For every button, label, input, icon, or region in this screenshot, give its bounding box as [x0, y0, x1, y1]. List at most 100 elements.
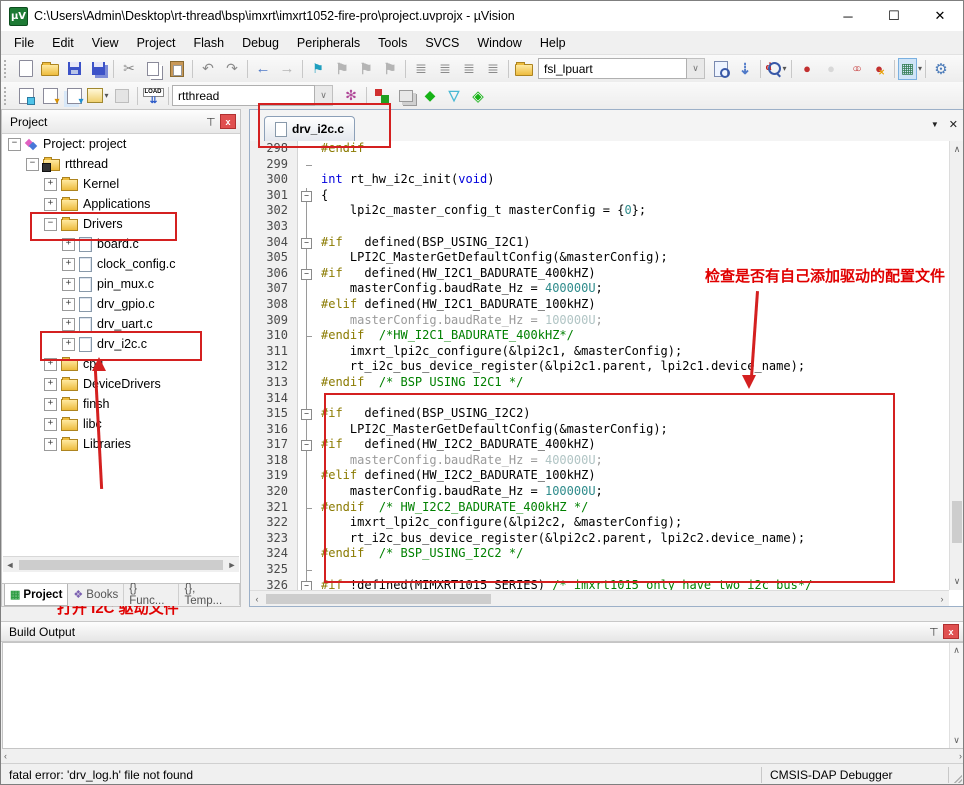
code-line-314[interactable]: 314: [250, 391, 949, 407]
collapse-icon[interactable]: −: [8, 138, 21, 151]
build-output-close-icon[interactable]: x: [943, 624, 959, 639]
tree-item-libc[interactable]: +libc: [2, 414, 240, 434]
expand-icon[interactable]: +: [44, 438, 57, 451]
pack-installer-button[interactable]: ◈: [466, 85, 490, 107]
build-output-vscrollbar[interactable]: ∧ ∨: [949, 643, 963, 748]
select-packs-button[interactable]: ▽: [442, 85, 466, 107]
collapse-icon[interactable]: −: [26, 158, 39, 171]
build-output-content[interactable]: ∧ ∨: [2, 642, 964, 749]
expand-icon[interactable]: +: [44, 418, 57, 431]
expand-icon[interactable]: +: [62, 298, 75, 311]
tree-item-drv-uart-c[interactable]: +drv_uart.c: [2, 314, 240, 334]
collapse-icon[interactable]: −: [44, 218, 57, 231]
save-all-button[interactable]: [86, 58, 110, 80]
tree-item-cpu[interactable]: +cpu: [2, 354, 240, 374]
configuration-button[interactable]: ⚙: [929, 58, 953, 80]
translate-button[interactable]: [14, 85, 38, 107]
code-line-311[interactable]: 311 imxrt_lpi2c_configure(&lpi2c1, &mast…: [250, 344, 949, 360]
menu-item-help[interactable]: Help: [531, 34, 575, 52]
tree-item-project-project[interactable]: −Project: project: [2, 134, 240, 154]
code-line-301[interactable]: 301−{: [250, 188, 949, 204]
panel-tab-project[interactable]: ▦Project: [4, 584, 68, 606]
project-panel-hscrollbar[interactable]: ◄ ►: [3, 556, 239, 572]
expand-icon[interactable]: +: [44, 398, 57, 411]
download-button[interactable]: LOAD⇊: [141, 85, 165, 107]
menu-item-svcs[interactable]: SVCS: [416, 34, 468, 52]
tree-item-finsh[interactable]: +finsh: [2, 394, 240, 414]
disable-breakpoint-button[interactable]: ●: [819, 58, 843, 80]
code-line-321[interactable]: 321#endif /* HW_I2C2_BADURATE_400kHZ */: [250, 500, 949, 516]
scroll-right-icon[interactable]: ►: [225, 560, 239, 570]
menu-item-file[interactable]: File: [5, 34, 43, 52]
scroll-up-icon[interactable]: ∧: [950, 645, 963, 656]
scroll-left-icon[interactable]: ‹: [4, 751, 7, 761]
copy-button[interactable]: [141, 58, 165, 80]
expand-icon[interactable]: +: [62, 318, 75, 331]
code-line-312[interactable]: 312 rt_i2c_bus_device_register(&lpi2c1.p…: [250, 359, 949, 375]
code-line-310[interactable]: 310#endif /*HW_I2C1_BADURATE_400kHZ*/: [250, 328, 949, 344]
find-in-files-dialog-button[interactable]: d▾: [764, 58, 788, 80]
target-options-button[interactable]: ✻: [339, 85, 363, 107]
build-button[interactable]: [38, 85, 62, 107]
navigate-forward-button[interactable]: →: [275, 58, 299, 80]
fold-collapse-icon[interactable]: −: [301, 581, 312, 590]
redo-button[interactable]: ↷: [220, 58, 244, 80]
navigate-back-button[interactable]: ←: [251, 58, 275, 80]
rebuild-button[interactable]: [62, 85, 86, 107]
manage-runtime-env-button[interactable]: [370, 85, 394, 107]
manage-project-items-button[interactable]: ◆: [418, 85, 442, 107]
panel-tab-books[interactable]: ❖Books: [68, 584, 124, 605]
hscroll-thumb[interactable]: [19, 560, 223, 570]
menu-item-view[interactable]: View: [83, 34, 128, 52]
window-list-dropdown-icon[interactable]: ▼: [931, 120, 939, 129]
scroll-down-icon[interactable]: ∨: [950, 735, 963, 746]
editor-hscrollbar[interactable]: ‹ ›: [250, 590, 949, 606]
expand-icon[interactable]: +: [62, 238, 75, 251]
fold-collapse-icon[interactable]: −: [301, 191, 312, 202]
resize-grip[interactable]: [949, 764, 964, 785]
code-line-300[interactable]: 300int rt_hw_i2c_init(void): [250, 172, 949, 188]
project-panel-close-icon[interactable]: x: [220, 114, 236, 129]
scroll-right-icon[interactable]: ›: [935, 594, 949, 604]
indent-button[interactable]: ≣: [433, 58, 457, 80]
tree-item-drv-gpio-c[interactable]: +drv_gpio.c: [2, 294, 240, 314]
find-text-combo[interactable]: fsl_lpuart: [538, 58, 687, 79]
tree-item-board-c[interactable]: +board.c: [2, 234, 240, 254]
new-file-button[interactable]: [14, 58, 38, 80]
tree-item-rtthread[interactable]: −rtthread: [2, 154, 240, 174]
fold-collapse-icon[interactable]: −: [301, 238, 312, 249]
fold-collapse-icon[interactable]: −: [301, 440, 312, 451]
code-line-304[interactable]: 304−#if defined(BSP_USING_I2C1): [250, 235, 949, 251]
scroll-up-icon[interactable]: ∧: [950, 144, 964, 155]
code-line-302[interactable]: 302 lpi2c_master_config_t masterConfig =…: [250, 203, 949, 219]
disable-all-breakpoints-button[interactable]: ○○: [843, 58, 867, 80]
tree-item-drivers[interactable]: −Drivers: [2, 214, 240, 234]
code-line-325[interactable]: 325: [250, 562, 949, 578]
code-line-326[interactable]: 326−#if !defined(MIMXRT1015_SERIES) /* i…: [250, 578, 949, 590]
expand-icon[interactable]: +: [44, 178, 57, 191]
save-button[interactable]: [62, 58, 86, 80]
tree-item-pin-mux-c[interactable]: +pin_mux.c: [2, 274, 240, 294]
expand-icon[interactable]: +: [62, 338, 75, 351]
kill-all-breakpoints-button[interactable]: ●: [867, 58, 891, 80]
scroll-left-icon[interactable]: ◄: [3, 560, 17, 570]
prev-bookmark-button[interactable]: ⚑: [330, 58, 354, 80]
menu-item-edit[interactable]: Edit: [43, 34, 83, 52]
code-line-323[interactable]: 323 rt_i2c_bus_device_register(&lpi2c2.p…: [250, 531, 949, 547]
tree-item-clock-config-c[interactable]: +clock_config.c: [2, 254, 240, 274]
tree-item-drv-i2c-c[interactable]: +drv_i2c.c: [2, 334, 240, 354]
code-line-298[interactable]: 298#endif: [250, 141, 949, 157]
editor-close-icon[interactable]: ✕: [949, 118, 958, 131]
window-layout-button[interactable]: ▦▾: [898, 58, 922, 80]
tree-item-applications[interactable]: +Applications: [2, 194, 240, 214]
code-line-303[interactable]: 303: [250, 219, 949, 235]
target-combo-dropdown[interactable]: ∨: [315, 85, 333, 106]
vscroll-thumb[interactable]: [952, 501, 962, 543]
code-line-324[interactable]: 324#endif /* BSP_USING_I2C2 */: [250, 546, 949, 562]
menu-item-debug[interactable]: Debug: [233, 34, 288, 52]
code-line-305[interactable]: 305 LPI2C_MasterGetDefaultConfig(&master…: [250, 250, 949, 266]
insert-bookmark-button[interactable]: ⚑: [306, 58, 330, 80]
find-combo-dropdown[interactable]: ∨: [687, 58, 705, 79]
code-line-308[interactable]: 308#elif defined(HW_I2C1_BADURATE_100kHZ…: [250, 297, 949, 313]
toggle-breakpoint-button[interactable]: ●: [795, 58, 819, 80]
